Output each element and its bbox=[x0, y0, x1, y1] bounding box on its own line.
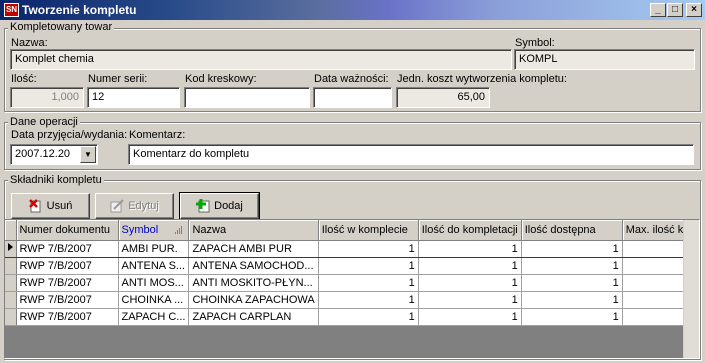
close-button[interactable]: × bbox=[686, 3, 702, 17]
dane-operacji-title: Dane operacji bbox=[8, 116, 80, 128]
cell-ilosc-w-komplecie[interactable]: 1 bbox=[318, 291, 419, 309]
cell-ilosc-do-kompletacji[interactable]: 1 bbox=[418, 240, 522, 258]
data-przyjecia-label: Data przyjęcia/wydania: bbox=[11, 129, 128, 141]
usun-label: Usuń bbox=[46, 200, 73, 212]
cell-ilosc-w-komplecie[interactable]: 1 bbox=[318, 257, 419, 275]
ilosc-label: Ilość: bbox=[11, 73, 37, 85]
row-indicator-icon bbox=[5, 240, 17, 258]
nazwa-label: Nazwa: bbox=[11, 37, 48, 49]
table-row[interactable]: RWP 7/B/2007 ANTENA S... ANTENA SAMOCHOD… bbox=[5, 257, 697, 275]
edit-icon bbox=[110, 199, 124, 213]
cell-ilosc-dostepna[interactable]: 1 bbox=[521, 274, 623, 292]
sort-icon bbox=[175, 226, 183, 234]
table-row[interactable]: RWP 7/B/2007 CHOINKA ... CHOINKA ZAPACHO… bbox=[5, 291, 697, 309]
edytuj-label: Edytuj bbox=[128, 200, 159, 212]
indicator-header bbox=[5, 220, 17, 241]
maximize-button[interactable]: □ bbox=[667, 3, 683, 17]
cell-symbol[interactable]: AMBI PUR. bbox=[118, 240, 190, 258]
kod-kreskowy-field[interactable] bbox=[184, 87, 310, 108]
nazwa-field[interactable]: Komplet chemia bbox=[10, 49, 512, 70]
cell-ilosc-do-kompletacji[interactable]: 1 bbox=[418, 257, 522, 275]
cell-ilosc-dostepna[interactable]: 1 bbox=[521, 257, 623, 275]
delete-icon bbox=[28, 199, 41, 213]
cell-numer-dokumentu[interactable]: RWP 7/B/2007 bbox=[16, 308, 119, 326]
minimize-button[interactable]: _ bbox=[650, 3, 666, 17]
cell-ilosc-w-komplecie[interactable]: 1 bbox=[318, 308, 419, 326]
chevron-down-icon[interactable]: ▼ bbox=[80, 146, 96, 163]
table-row[interactable]: RWP 7/B/2007 ANTI MOS... ANTI MOSKITO-PŁ… bbox=[5, 274, 697, 292]
cell-ilosc-dostepna[interactable]: 1 bbox=[521, 308, 623, 326]
row-indicator bbox=[5, 257, 17, 275]
cell-symbol[interactable]: CHOINKA ... bbox=[118, 291, 190, 309]
app-icon: SN bbox=[4, 3, 19, 17]
dodaj-label: Dodaj bbox=[214, 200, 243, 212]
kod-kreskowy-label: Kod kreskowy: bbox=[185, 73, 257, 85]
column-header-symbol[interactable]: Symbol bbox=[118, 220, 190, 241]
column-header-numer-dokumentu[interactable]: Numer dokumentu bbox=[16, 220, 119, 241]
column-header-ilosc-do-kompletacji[interactable]: Ilość do kompletacji bbox=[418, 220, 522, 241]
row-indicator bbox=[5, 308, 17, 326]
row-indicator bbox=[5, 291, 17, 309]
cell-symbol[interactable]: ZAPACH C... bbox=[118, 308, 190, 326]
vertical-scrollbar[interactable] bbox=[683, 220, 699, 358]
cell-ilosc-do-kompletacji[interactable]: 1 bbox=[418, 274, 522, 292]
table-row[interactable]: RWP 7/B/2007 ZAPACH C... ZAPACH CARPLAN … bbox=[5, 308, 697, 326]
table-header-row: Numer dokumentu Symbol Nazwa Ilość w kom… bbox=[5, 220, 697, 241]
window-title: Tworzenie kompletu bbox=[22, 3, 137, 17]
cell-numer-dokumentu[interactable]: RWP 7/B/2007 bbox=[16, 274, 119, 292]
add-icon bbox=[196, 199, 210, 213]
cell-symbol[interactable]: ANTENA S... bbox=[118, 257, 190, 275]
usun-button[interactable]: Usuń bbox=[11, 193, 90, 219]
dodaj-button[interactable]: Dodaj bbox=[179, 192, 260, 220]
cell-nazwa[interactable]: CHOINKA ZAPACHOWA bbox=[188, 291, 319, 309]
skladniki-table[interactable]: Numer dokumentu Symbol Nazwa Ilość w kom… bbox=[4, 219, 700, 359]
koszt-field[interactable]: 65,00 bbox=[396, 87, 490, 108]
data-waznosci-label: Data ważności: bbox=[314, 73, 389, 85]
cell-nazwa[interactable]: ANTENA SAMOCHOD... bbox=[188, 257, 319, 275]
skladniki-title: Składniki kompletu bbox=[8, 174, 104, 186]
cell-ilosc-w-komplecie[interactable]: 1 bbox=[318, 274, 419, 292]
column-header-nazwa[interactable]: Nazwa bbox=[188, 220, 319, 241]
cell-ilosc-dostepna[interactable]: 1 bbox=[521, 240, 623, 258]
edytuj-button[interactable]: Edytuj bbox=[95, 193, 174, 219]
cell-numer-dokumentu[interactable]: RWP 7/B/2007 bbox=[16, 257, 119, 275]
numer-serii-label: Numer serii: bbox=[88, 73, 148, 85]
komentarz-label: Komentarz: bbox=[129, 129, 186, 141]
cell-ilosc-dostepna[interactable]: 1 bbox=[521, 291, 623, 309]
cell-nazwa[interactable]: ANTI MOSKITO-PŁYN... bbox=[188, 274, 319, 292]
column-header-ilosc-dostepna[interactable]: Ilość dostępna bbox=[521, 220, 623, 241]
kompletowany-towar-title: Kompletowany towar bbox=[8, 21, 115, 33]
cell-numer-dokumentu[interactable]: RWP 7/B/2007 bbox=[16, 240, 119, 258]
symbol-field[interactable]: KOMPL bbox=[514, 49, 695, 70]
ilosc-field[interactable]: 1,000 bbox=[10, 87, 84, 108]
column-header-symbol-label: Symbol bbox=[121, 223, 159, 236]
cell-symbol[interactable]: ANTI MOS... bbox=[118, 274, 190, 292]
koszt-label: Jedn. koszt wytworzenia kompletu: bbox=[397, 73, 567, 85]
cell-nazwa[interactable]: ZAPACH AMBI PUR bbox=[188, 240, 319, 258]
cell-nazwa[interactable]: ZAPACH CARPLAN bbox=[188, 308, 319, 326]
table-row[interactable]: RWP 7/B/2007 AMBI PUR. ZAPACH AMBI PUR 1… bbox=[5, 240, 697, 258]
cell-ilosc-do-kompletacji[interactable]: 1 bbox=[418, 291, 522, 309]
cell-ilosc-do-kompletacji[interactable]: 1 bbox=[418, 308, 522, 326]
cell-numer-dokumentu[interactable]: RWP 7/B/2007 bbox=[16, 291, 119, 309]
numer-serii-field[interactable]: 12 bbox=[87, 87, 180, 108]
cell-ilosc-w-komplecie[interactable]: 1 bbox=[318, 240, 419, 258]
row-indicator bbox=[5, 274, 17, 292]
symbol-label: Symbol: bbox=[515, 37, 555, 49]
column-header-ilosc-w-komplecie[interactable]: Ilość w komplecie bbox=[318, 220, 419, 241]
komentarz-field[interactable]: Komentarz do kompletu bbox=[128, 144, 694, 165]
data-waznosci-field[interactable] bbox=[313, 87, 392, 108]
